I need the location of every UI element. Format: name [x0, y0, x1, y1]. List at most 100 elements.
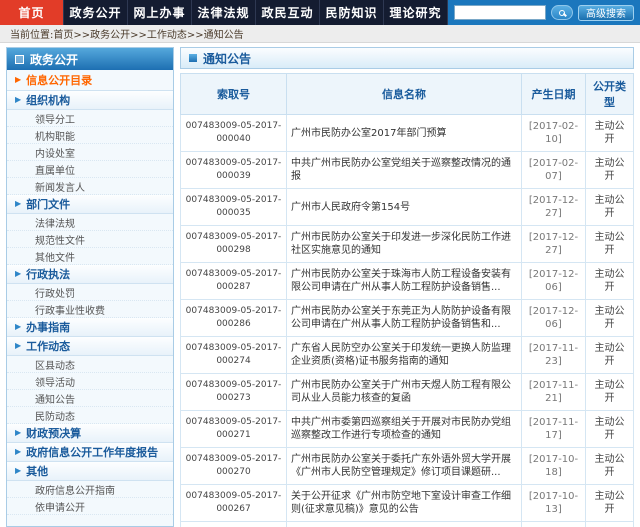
main-content: 通知公告 索取号 信息名称 产生日期 公开类型 007483009-05-2017-0…: [180, 47, 634, 527]
sidebar-item[interactable]: ▶ 财政预决算: [7, 424, 173, 443]
sidebar-item[interactable]: 区县动态: [7, 356, 173, 373]
sidebar-header: 政务公开: [7, 48, 173, 70]
sidebar-item[interactable]: ▶ 办事指南: [7, 318, 173, 337]
arrow-icon: ▶: [15, 322, 22, 331]
doc-date-cell: [2017-12-06]: [521, 262, 586, 300]
top-nav-bar: 首页 政务公开 网上办事 法律法规 政民互动 民防知识 理论研究 高级搜索: [0, 0, 640, 25]
doc-title-link[interactable]: 广州市民防办公室关于召开2017年第三季度人防工程质量安全通报会的通知: [286, 521, 522, 527]
sidebar-item[interactable]: 依申请公开: [7, 498, 173, 515]
section-header: 通知公告: [180, 47, 634, 69]
sidebar-item[interactable]: 行政处罚: [7, 284, 173, 301]
sidebar-item-label: 组织机构: [26, 94, 71, 107]
sidebar-item-label: 新闻发言人: [35, 182, 85, 194]
doc-id-cell: 007483009-05-2017-000228: [180, 521, 287, 527]
sidebar-item[interactable]: 其他文件: [7, 248, 173, 265]
sidebar-item-label: 行政执法: [26, 268, 71, 281]
sidebar-item[interactable]: ▶ 行政执法: [7, 265, 173, 284]
sidebar-item[interactable]: ▶ 其他: [7, 462, 173, 481]
nav-item[interactable]: 法律法规: [192, 0, 256, 25]
doc-date-cell: [2017-12-27]: [521, 188, 586, 226]
nav-item[interactable]: 理论研究: [384, 0, 448, 25]
arrow-icon: ▶: [15, 95, 22, 104]
advanced-search-button[interactable]: 高级搜索: [578, 4, 634, 21]
sidebar-item-label: 区县动态: [35, 360, 75, 372]
sidebar-item-label: 办事指南: [26, 321, 71, 334]
doc-title-link[interactable]: 广东省人民防空办公室关于印发统一更换人防监理企业资质(资格)证书服务指南的通知: [286, 336, 522, 374]
doc-title-link[interactable]: 中共广州市民防办公室党组关于巡察整改情况的通报: [286, 151, 522, 189]
table-row: 007483009-05-2017-000273 广州市民防办公室关于广州市天煜人…: [180, 373, 634, 411]
doc-title-link[interactable]: 关于公开征求《广州市防空地下室设计审查工作细则(征求意见稿)》意见的公告: [286, 484, 522, 522]
column-header: 信息名称: [286, 73, 522, 115]
nav-item[interactable]: 政务公开: [64, 0, 128, 25]
sidebar-item[interactable]: ▶ 工作动态: [7, 337, 173, 356]
sidebar-item[interactable]: 新闻发言人: [7, 178, 173, 195]
sidebar-header-icon: [15, 54, 24, 64]
sidebar-item[interactable]: ▶ 政府信息公开工作年度报告: [7, 443, 173, 462]
section-header-icon: [189, 54, 197, 62]
sidebar-item-label: 领导活动: [35, 377, 75, 389]
table-row: 007483009-05-2017-000267 关于公开征求《广州市防空地下室设…: [180, 484, 634, 522]
doc-title-link[interactable]: 广州市民防办公室关于珠海市人防工程设备安装有限公司申请在广州从事人防工程防护设备…: [286, 262, 522, 300]
nav-item[interactable]: 民防知识: [320, 0, 384, 25]
nav-item[interactable]: 首页: [0, 0, 64, 25]
doc-date-cell: [2017-12-06]: [521, 299, 586, 337]
doc-title-link[interactable]: 广州市人民政府令第154号: [286, 188, 522, 226]
sidebar-item[interactable]: 政府信息公开指南: [7, 481, 173, 498]
sidebar-item-label: 其他: [26, 465, 49, 478]
doc-type-cell: 主动公开: [585, 336, 634, 374]
sidebar-item-label: 规范性文件: [35, 235, 85, 247]
doc-title-link[interactable]: 广州市民防办公室关于印发进一步深化民防工作进社区实施意见的通知: [286, 225, 522, 263]
sidebar-item[interactable]: ▶ 组织机构: [7, 91, 173, 110]
sidebar-item-label: 政府信息公开指南: [35, 485, 115, 497]
doc-title-link[interactable]: 广州市民防办公室关于东莞正为人防防护设备有限公司申请在广州从事人防工程防护设备销…: [286, 299, 522, 337]
table-row: 007483009-05-2017-000274 广东省人民防空办公室关于印发统一…: [180, 336, 634, 374]
sidebar-item[interactable]: 机构职能: [7, 127, 173, 144]
table-row: 007483009-05-2017-000271 中共广州市委第四巡察组关于开展对…: [180, 410, 634, 448]
search-button[interactable]: [551, 5, 573, 20]
sidebar-item[interactable]: ▶ 部门文件: [7, 195, 173, 214]
doc-type-cell: 主动公开: [585, 225, 634, 263]
doc-type-cell: 主动公开: [585, 484, 634, 522]
sidebar-item[interactable]: 领导活动: [7, 373, 173, 390]
sidebar-item-label: 财政预决算: [26, 427, 82, 440]
search-icon: [559, 9, 565, 16]
table-row: 007483009-05-2017-000298 广州市民防办公室关于印发进一步深…: [180, 225, 634, 263]
doc-id-cell: 007483009-05-2017-000039: [180, 151, 287, 189]
sidebar-title: 政务公开: [30, 52, 79, 67]
arrow-icon: ▶: [15, 75, 22, 84]
notice-table-body: 007483009-05-2017-000040 广州市民防办公室2017年部门预…: [180, 114, 634, 527]
nav-item[interactable]: 网上办事: [128, 0, 192, 25]
sidebar-item[interactable]: 通知公告: [7, 390, 173, 407]
doc-id-cell: 007483009-05-2017-000035: [180, 188, 287, 226]
nav-search-area: 高级搜索: [448, 0, 640, 25]
doc-title-link[interactable]: 广州市民防办公室2017年部门预算: [286, 114, 522, 152]
sidebar-item[interactable]: 规范性文件: [7, 231, 173, 248]
nav-item[interactable]: 政民互动: [256, 0, 320, 25]
sidebar-item[interactable]: 直属单位: [7, 161, 173, 178]
top-nav-items: 首页 政务公开 网上办事 法律法规 政民互动 民防知识 理论研究: [0, 0, 448, 25]
sidebar-item-label: 其他文件: [35, 252, 75, 264]
sidebar-item-label: 部门文件: [26, 198, 71, 211]
page-content: 政务公开 ▶ 信息公开目录 ▶ 组织机构 领导分工 机构职能 内设处室 直属单位 新闻发言人 ▶ 部…: [0, 43, 640, 527]
doc-type-cell: 主动公开: [585, 410, 634, 448]
sidebar-item[interactable]: ▶ 信息公开目录: [7, 70, 173, 91]
sidebar-item-label: 行政处罚: [35, 288, 75, 300]
sidebar-item[interactable]: 领导分工: [7, 110, 173, 127]
doc-title-link[interactable]: 中共广州市委第四巡察组关于开展对市民防办党组巡察整改工作进行专项检查的通知: [286, 410, 522, 448]
sidebar-item[interactable]: 内设处室: [7, 144, 173, 161]
doc-id-cell: 007483009-05-2017-000274: [180, 336, 287, 374]
doc-title-link[interactable]: 广州市民防办公室关于委托广东外语外贸大学开展《广州市人民防空管理规定》修订项目课…: [286, 447, 522, 485]
sidebar-item[interactable]: 行政事业性收费: [7, 301, 173, 318]
sidebar-menu: ▶ 信息公开目录 ▶ 组织机构 领导分工 机构职能 内设处室 直属单位 新闻发言人 ▶ 部门文件 法律…: [7, 70, 173, 515]
doc-type-cell: 主动公开: [585, 373, 634, 411]
sidebar-item-label: 通知公告: [35, 394, 75, 406]
doc-title-link[interactable]: 广州市民防办公室关于广州市天煜人防工程有限公司从业人员能力核查的复函: [286, 373, 522, 411]
doc-date-cell: [2017-02-10]: [521, 114, 586, 152]
doc-date-cell: [2017-09-30]: [521, 521, 586, 527]
sidebar-item[interactable]: 法律法规: [7, 214, 173, 231]
search-input[interactable]: [454, 5, 546, 20]
sidebar-item[interactable]: 民防动态: [7, 407, 173, 424]
table-row: 007483009-05-2017-000035 广州市人民政府令第154号 [20…: [180, 188, 634, 226]
column-header: 索取号: [180, 73, 287, 115]
table-row: 007483009-05-2017-000039 中共广州市民防办公室党组关于巡察…: [180, 151, 634, 189]
